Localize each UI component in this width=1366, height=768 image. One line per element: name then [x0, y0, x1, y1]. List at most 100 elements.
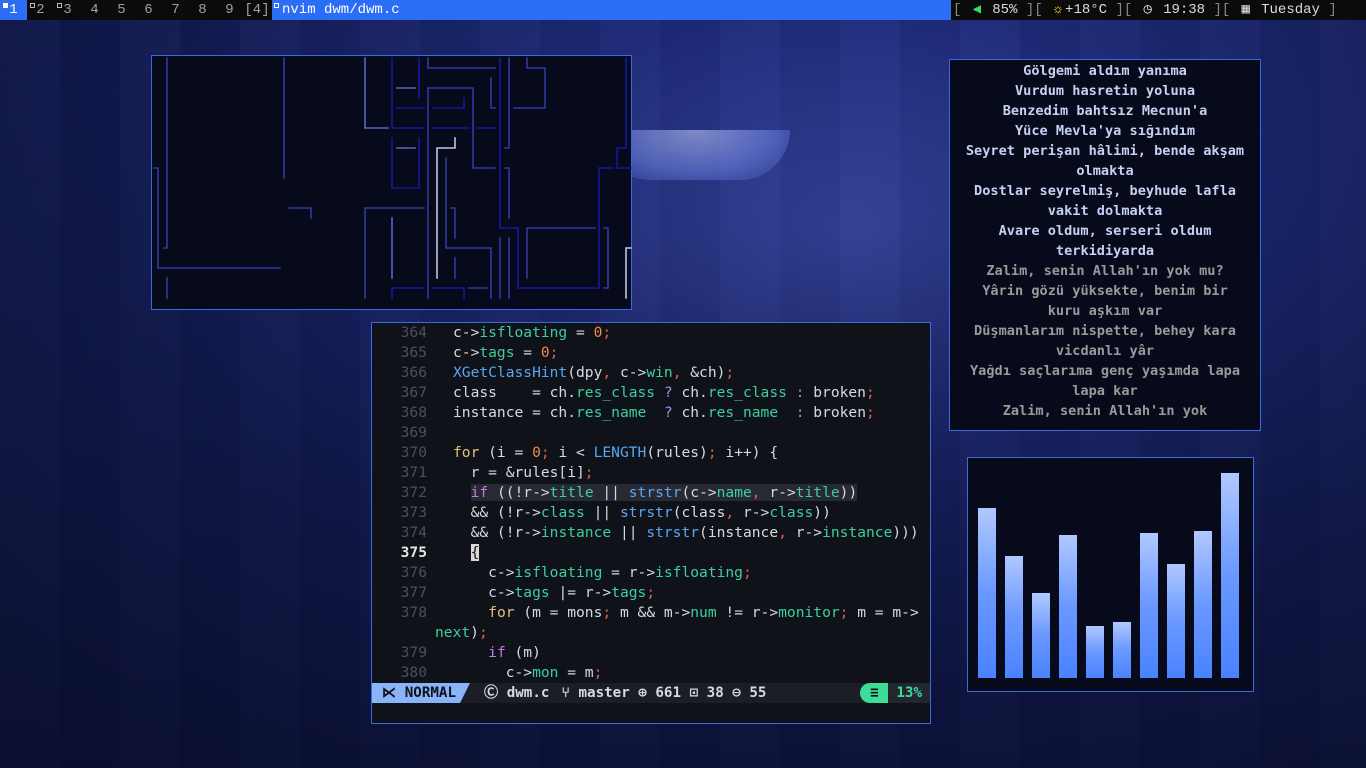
code-token: )): [839, 484, 858, 501]
code-token: c->: [453, 564, 515, 581]
tag-2[interactable]: 2: [27, 0, 54, 20]
code-line: 375 {: [372, 543, 930, 563]
window-title[interactable]: nvim dwm/dwm.c: [272, 0, 951, 20]
code-token: instance = ch.: [453, 404, 577, 421]
code-line: 370 for (i = 0; i < LENGTH(rules); i++) {: [372, 443, 930, 463]
code-token: res_name: [707, 404, 779, 421]
line-number: 365: [400, 344, 427, 361]
lyric-line: Yağdı saçlarıma genç yaşımda lapa: [969, 363, 1241, 379]
code-token: m = m->: [848, 604, 919, 621]
code-line: 376 c->isfloating = r->isfloating;: [372, 563, 930, 583]
top-bar: 1 2 3 4 5 6 7 8 9 [4] nvim dwm/dwm.c [ ◀ 85% ][ …: [0, 0, 1366, 20]
code-token: |= r->: [549, 584, 612, 601]
occupied-indicator: [30, 3, 35, 8]
code-token: (instance: [699, 524, 779, 541]
modified-count: 38: [706, 685, 724, 701]
vim-icon: ⋉: [382, 685, 405, 701]
code-token: broken: [813, 384, 866, 401]
line-number: 373: [400, 504, 427, 521]
code-token: for: [453, 444, 480, 461]
code-token: class: [769, 504, 814, 521]
code-token: = m: [558, 664, 594, 681]
file-name: dwm.c: [506, 685, 550, 701]
code-token: ;: [865, 384, 875, 401]
tag-5[interactable]: 5: [108, 0, 135, 20]
tag-4[interactable]: 4: [81, 0, 108, 20]
removed-count: 55: [749, 685, 767, 701]
code-token: =: [567, 324, 594, 341]
code-token: r->: [795, 524, 823, 541]
lyric-line: olmakta: [1076, 163, 1134, 179]
code-token: :: [778, 404, 814, 421]
code-token: (c->: [681, 484, 717, 501]
visualizer-bar: [1032, 593, 1050, 678]
code-token: ): [470, 624, 479, 641]
line-number: 364: [400, 324, 427, 341]
code-line: 364 c->isfloating = 0;: [372, 323, 930, 343]
code-token: tags: [479, 344, 515, 361]
code-line: 378 for (m = mons; m && m->num != r->mon…: [372, 603, 930, 623]
code-token: :: [786, 384, 814, 401]
tag-8[interactable]: 8: [189, 0, 216, 20]
code-token: res_name: [576, 404, 647, 421]
tag-label: 8: [198, 2, 207, 18]
tag-9[interactable]: 9: [216, 0, 243, 20]
tag-label: 3: [63, 2, 72, 18]
lyric-line: vakit dolmakta: [1047, 203, 1163, 219]
tag-7[interactable]: 7: [162, 0, 189, 20]
window-title-text: nvim dwm/dwm.c: [282, 2, 400, 18]
code-line: 380 c->mon = m;: [372, 663, 930, 683]
tag-1[interactable]: 1: [0, 0, 27, 20]
tag-3[interactable]: 3: [54, 0, 81, 20]
lyric-line: Gölgemi aldım yanıma: [1023, 63, 1187, 79]
line-number: 378: [400, 604, 427, 621]
line-number: 374: [400, 524, 427, 541]
git-branch-icon: ⑂: [561, 685, 579, 701]
code-token: title: [795, 484, 840, 501]
line-number: 369: [400, 424, 427, 441]
cursor: {: [470, 544, 480, 561]
code-token: c->: [453, 664, 533, 681]
layout-indicator[interactable]: [4]: [242, 0, 272, 20]
calendar-icon: ▦: [1241, 2, 1250, 18]
code-token: ;: [584, 464, 594, 481]
code-token: if: [470, 484, 489, 501]
lyrics-window[interactable]: Gölgemi aldım yanıma Vurdum hasretin yolu…: [949, 59, 1261, 431]
lyric-line: Benzedim bahtsız Mecnun'a: [1002, 103, 1208, 119]
code-token: ;: [602, 324, 612, 341]
code-token: (i =: [479, 444, 533, 461]
code-token: if: [488, 644, 506, 661]
removed-icon: ⊖: [732, 685, 741, 701]
c-file-icon: Ⓒ: [483, 685, 507, 701]
code-token: =: [514, 344, 541, 361]
code-token: i++) {: [716, 444, 779, 461]
line-number: 368: [400, 404, 427, 421]
clock-icon: ◷: [1143, 2, 1152, 18]
code-line: 371 r = &rules[i];: [372, 463, 930, 483]
code-token: (m = mons: [514, 604, 603, 621]
modified-icon: ⊡: [689, 685, 699, 701]
occupied-indicator: [3, 3, 8, 8]
code-token: strstr: [619, 504, 673, 521]
code-token: next: [435, 624, 471, 641]
visualizer-bar: [1221, 473, 1239, 678]
maze-window[interactable]: [151, 55, 632, 310]
lyric-line: terkidiyarda: [1055, 243, 1155, 259]
visualizer-bar: [1167, 564, 1185, 678]
lyric-line: Zalim, senin Allah'ın yok mu?: [986, 263, 1224, 279]
nvim-window[interactable]: 364 c->isfloating = 0; 365 c->tags = 0; 366 X…: [371, 322, 931, 724]
code-token: ch.: [681, 384, 708, 401]
code-token: isfloating: [514, 564, 603, 581]
visualizer-bar: [1086, 626, 1104, 678]
added-icon: ⊕: [638, 685, 647, 701]
code-token: title: [549, 484, 594, 501]
code-line: 379 if (m): [372, 643, 930, 663]
code-token: mon: [532, 664, 559, 681]
sun-icon: ☼: [1053, 2, 1063, 18]
lyric-line: Zalim, senin Allah'ın yok: [1002, 403, 1208, 419]
code-token: win: [646, 364, 673, 381]
visualizer-bar: [1005, 555, 1023, 678]
tag-6[interactable]: 6: [135, 0, 162, 20]
code-token: m && m->: [611, 604, 691, 621]
